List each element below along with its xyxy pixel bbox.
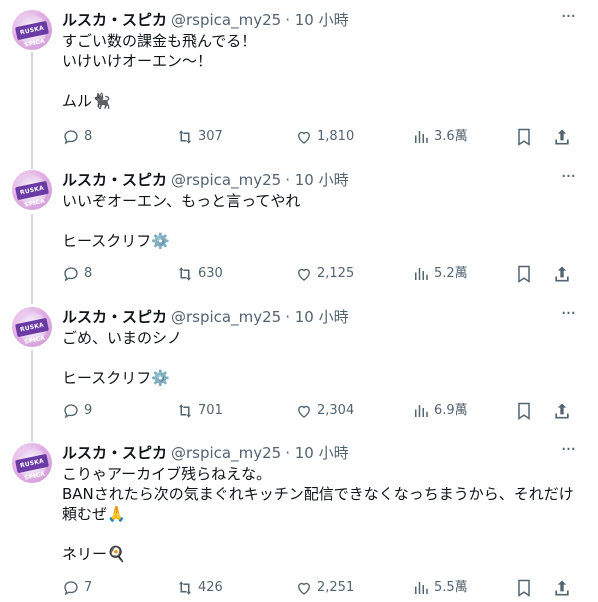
tweet[interactable]: RUSKA SPICA ルスカ・スピカ @rspica_my25 · 10 小時 ·… <box>0 8 598 160</box>
retweet-button[interactable]: 630 <box>176 264 223 284</box>
tweet-actions: 7 426 2,251 5.5萬 <box>62 578 584 600</box>
retweet-icon <box>179 130 191 144</box>
tweet-text-line: こりゃアーカイブ残らねえな。 <box>62 465 272 483</box>
tweet-text-line <box>62 71 580 91</box>
share-icon[interactable] <box>552 264 572 284</box>
tweet-right-actions <box>496 127 572 147</box>
retweet-button[interactable]: 307 <box>176 127 223 147</box>
tweet-text: すごい数の課金も飛んでる！ いけいけオーエン〜！ ムル🐈‍⬛ <box>62 31 580 111</box>
tweet-header: ルスカ・スピカ @rspica_my25 · 10 小時 <box>62 10 349 32</box>
like-icon <box>298 405 310 418</box>
like-button[interactable]: 2,251 <box>295 578 354 598</box>
reply-icon <box>64 404 78 419</box>
tweet-actions: 8 630 2,125 5.2萬 <box>62 264 584 286</box>
avatar[interactable]: RUSKA SPICA <box>12 307 52 347</box>
reply-button[interactable]: 8 <box>62 127 92 147</box>
share-icon[interactable] <box>552 401 572 421</box>
views-button[interactable]: 3.6萬 <box>412 127 468 147</box>
tweet-header: ルスカ・スピカ @rspica_my25 · 10 小時 <box>62 170 349 192</box>
share-icon[interactable] <box>552 578 572 598</box>
like-icon <box>298 268 310 281</box>
views-button[interactable]: 5.5萬 <box>412 578 468 598</box>
reply-button[interactable]: 7 <box>62 578 92 598</box>
tweet-text-line: 頼むぜ🙏 <box>62 505 126 523</box>
reply-icon <box>64 581 78 596</box>
handle[interactable]: @rspica_my25 <box>171 11 281 29</box>
more-icon[interactable]: ··· <box>558 168 578 190</box>
display-name[interactable]: ルスカ・スピカ <box>62 171 167 189</box>
tweet[interactable]: RUSKA SPICA ルスカ・スピカ @rspica_my25 · 10 小時 ·… <box>0 441 598 602</box>
tweet-right-actions <box>496 264 572 284</box>
retweet-icon <box>179 267 191 281</box>
tweet-text-line: ムル🐈‍⬛ <box>62 92 111 110</box>
handle[interactable]: @rspica_my25 <box>171 444 281 462</box>
handle[interactable]: @rspica_my25 <box>171 308 281 326</box>
views-icon <box>415 268 428 280</box>
share-icon[interactable] <box>552 127 572 147</box>
tweet-text: ごめ、いまのシノ ヒースクリフ⚙️ <box>62 328 580 388</box>
tweet-text-line: いけいけオーエン〜！ <box>62 52 213 70</box>
like-icon <box>298 131 310 144</box>
like-icon <box>298 582 310 595</box>
tweet-right-actions <box>496 401 572 421</box>
timestamp[interactable]: · 10 小時 <box>285 444 348 462</box>
more-icon[interactable]: ··· <box>558 8 578 30</box>
bookmark-icon[interactable] <box>514 264 534 284</box>
tweet-text-line: ヒースクリフ⚙️ <box>62 232 170 250</box>
reply-icon <box>64 130 78 145</box>
tweet-text-line: BANされたら次の気まぐれキッチン配信できなくなっちまうから、それだけ <box>62 485 574 503</box>
reply-icon <box>64 267 78 282</box>
like-button[interactable]: 1,810 <box>295 127 354 147</box>
retweet-button[interactable]: 426 <box>176 578 223 598</box>
like-button[interactable]: 2,304 <box>295 401 354 421</box>
tweet-text-line: すごい数の課金も飛んでる！ <box>62 32 257 50</box>
display-name[interactable]: ルスカ・スピカ <box>62 308 167 326</box>
tweet-text-line <box>62 524 580 544</box>
tweet-text-line: ヒースクリフ⚙️ <box>62 369 170 387</box>
tweet-text-line: ごめ、いまのシノ <box>62 329 183 347</box>
tweet-text-line <box>62 211 580 231</box>
tweet-text-line: ネリー🍳 <box>62 545 126 563</box>
display-name[interactable]: ルスカ・スピカ <box>62 11 167 29</box>
retweet-button[interactable]: 701 <box>176 401 223 421</box>
like-button[interactable]: 2,125 <box>295 264 354 284</box>
reply-button[interactable]: 9 <box>62 401 92 421</box>
handle[interactable]: @rspica_my25 <box>171 171 281 189</box>
more-icon[interactable]: ··· <box>558 441 578 463</box>
bookmark-icon[interactable] <box>514 401 534 421</box>
timestamp[interactable]: · 10 小時 <box>285 171 348 189</box>
tweet[interactable]: RUSKA SPICA ルスカ・スピカ @rspica_my25 · 10 小時 ·… <box>0 168 598 295</box>
retweet-icon <box>179 581 191 595</box>
tweet-actions: 9 701 2,304 6.9萬 <box>62 401 584 423</box>
tweet-text-line <box>62 348 580 368</box>
timestamp[interactable]: · 10 小時 <box>285 11 348 29</box>
avatar[interactable]: RUSKA SPICA <box>12 10 52 50</box>
avatar[interactable]: RUSKA SPICA <box>12 443 52 483</box>
tweet[interactable]: RUSKA SPICA ルスカ・スピカ @rspica_my25 · 10 小時 ·… <box>0 305 598 432</box>
tweet-text: こりゃアーカイブ残らねえな。 BANされたら次の気まぐれキッチン配信できなくなっ… <box>62 464 580 564</box>
reply-button[interactable]: 8 <box>62 264 92 284</box>
tweet-header: ルスカ・スピカ @rspica_my25 · 10 小時 <box>62 443 349 465</box>
views-button[interactable]: 5.2萬 <box>412 264 468 284</box>
bookmark-icon[interactable] <box>514 127 534 147</box>
tweet-actions: 8 307 1,810 3.6萬 <box>62 127 584 149</box>
tweet-right-actions <box>496 578 572 598</box>
more-icon[interactable]: ··· <box>558 305 578 327</box>
tweet-text-line: いいぞオーエン、もっと言ってやれ <box>62 192 301 210</box>
tweet-header: ルスカ・スピカ @rspica_my25 · 10 小時 <box>62 307 349 329</box>
timestamp[interactable]: · 10 小時 <box>285 308 348 326</box>
views-button[interactable]: 6.9萬 <box>412 401 468 421</box>
display-name[interactable]: ルスカ・スピカ <box>62 444 167 462</box>
views-icon <box>415 131 428 143</box>
views-icon <box>415 582 428 594</box>
views-icon <box>415 405 428 417</box>
tweet-text: いいぞオーエン、もっと言ってやれ ヒースクリフ⚙️ <box>62 191 580 251</box>
retweet-icon <box>179 404 191 418</box>
bookmark-icon[interactable] <box>514 578 534 598</box>
avatar[interactable]: RUSKA SPICA <box>12 170 52 210</box>
